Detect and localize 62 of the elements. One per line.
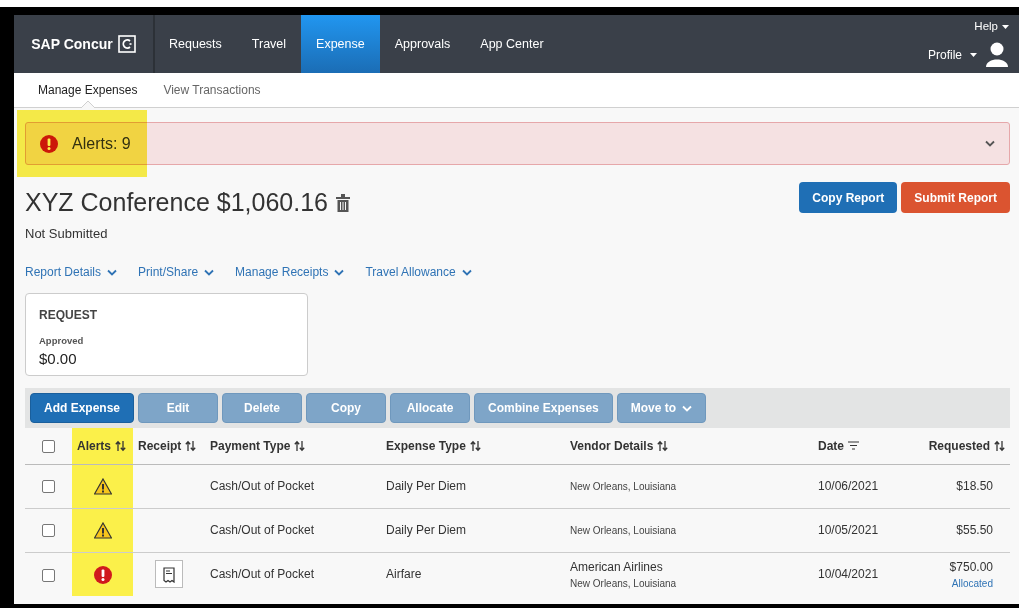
vendor-location: New Orleans, Louisiana (570, 479, 678, 494)
card-heading: REQUEST (39, 307, 98, 324)
expense-date: 10/05/2021 (818, 523, 879, 537)
report-menu-link[interactable]: Print/Share (138, 263, 215, 281)
expense-date: 10/04/2021 (818, 567, 879, 582)
chevron-down-icon (204, 268, 215, 276)
help-menu[interactable]: Help (974, 18, 1009, 36)
nav-tab[interactable]: Travel (236, 15, 302, 73)
logo-text: SAP Concur (31, 34, 113, 54)
caret-icon (970, 52, 977, 57)
receipt-thumbnail[interactable] (155, 560, 183, 589)
alert-count: Alerts: 9 (72, 133, 131, 154)
caret-icon (1002, 24, 1009, 29)
report-action-button[interactable]: Copy Report (799, 182, 898, 213)
payment-type: Cash/Out of Pocket (210, 479, 315, 493)
report-action-button[interactable]: Submit Report (901, 182, 1010, 213)
row-checkbox[interactable] (42, 480, 55, 494)
request-status: Approved (39, 334, 85, 348)
requested-amount: $750.00 (948, 558, 993, 576)
column-header[interactable]: Payment Type (210, 436, 291, 455)
nav-tab[interactable]: Approvals (379, 15, 466, 73)
column-header[interactable]: Receipt (138, 436, 182, 455)
expense-date: 10/06/2021 (818, 479, 879, 493)
payment-type: Cash/Out of Pocket (210, 523, 315, 537)
expense-type: Airfare (386, 567, 422, 582)
trash-icon (336, 193, 350, 212)
chevron-down-icon (107, 268, 118, 276)
report-title: XYZ Conference $1,060.16 (25, 187, 328, 218)
chevron-down-icon (461, 268, 472, 276)
vendor-name: American Airlines (570, 558, 664, 576)
toolbar-button[interactable]: Add Expense (30, 393, 135, 423)
vendor-location: New Orleans, Louisiana (570, 523, 678, 538)
expense-type: Daily Per Diem (386, 479, 466, 493)
chevron-down-icon (334, 268, 345, 276)
column-header[interactable]: Vendor Details (570, 436, 654, 455)
nav-tab[interactable]: App Center (465, 15, 559, 73)
report-menu-link[interactable]: Travel Allowance (365, 263, 472, 281)
requested-amount: $18.50 (955, 478, 993, 495)
nav-tab[interactable]: Requests (155, 15, 237, 73)
receipt-icon (163, 567, 175, 584)
subnav-tab[interactable]: View Transactions (153, 72, 271, 108)
payment-type: Cash/Out of Pocket (210, 567, 315, 582)
requested-amount: $55.50 (955, 522, 993, 539)
select-all-checkbox[interactable] (42, 440, 55, 454)
request-amount: $0.00 (39, 349, 78, 370)
report-menu-link[interactable]: Manage Receipts (235, 263, 345, 281)
row-checkbox[interactable] (42, 568, 55, 582)
row-checkbox[interactable] (42, 524, 55, 538)
vendor-location: New Orleans, Louisiana (570, 576, 678, 591)
avatar-icon (985, 41, 1009, 69)
chevron-down-icon[interactable] (985, 140, 995, 147)
column-header[interactable]: Requested (928, 436, 990, 455)
allocation-link[interactable]: Allocated (927, 575, 993, 591)
chevron-down-icon (682, 404, 693, 412)
report-status: Not Submitted (25, 224, 109, 243)
column-header[interactable]: Date (818, 436, 844, 455)
logo-icon (117, 35, 136, 53)
expense-type: Daily Per Diem (386, 523, 466, 537)
report-menu-link[interactable]: Report Details (25, 263, 118, 281)
profile-menu[interactable]: Profile (928, 41, 1009, 69)
column-header[interactable]: Expense Type (386, 436, 466, 455)
nav-tab[interactable]: Expense (301, 15, 380, 73)
